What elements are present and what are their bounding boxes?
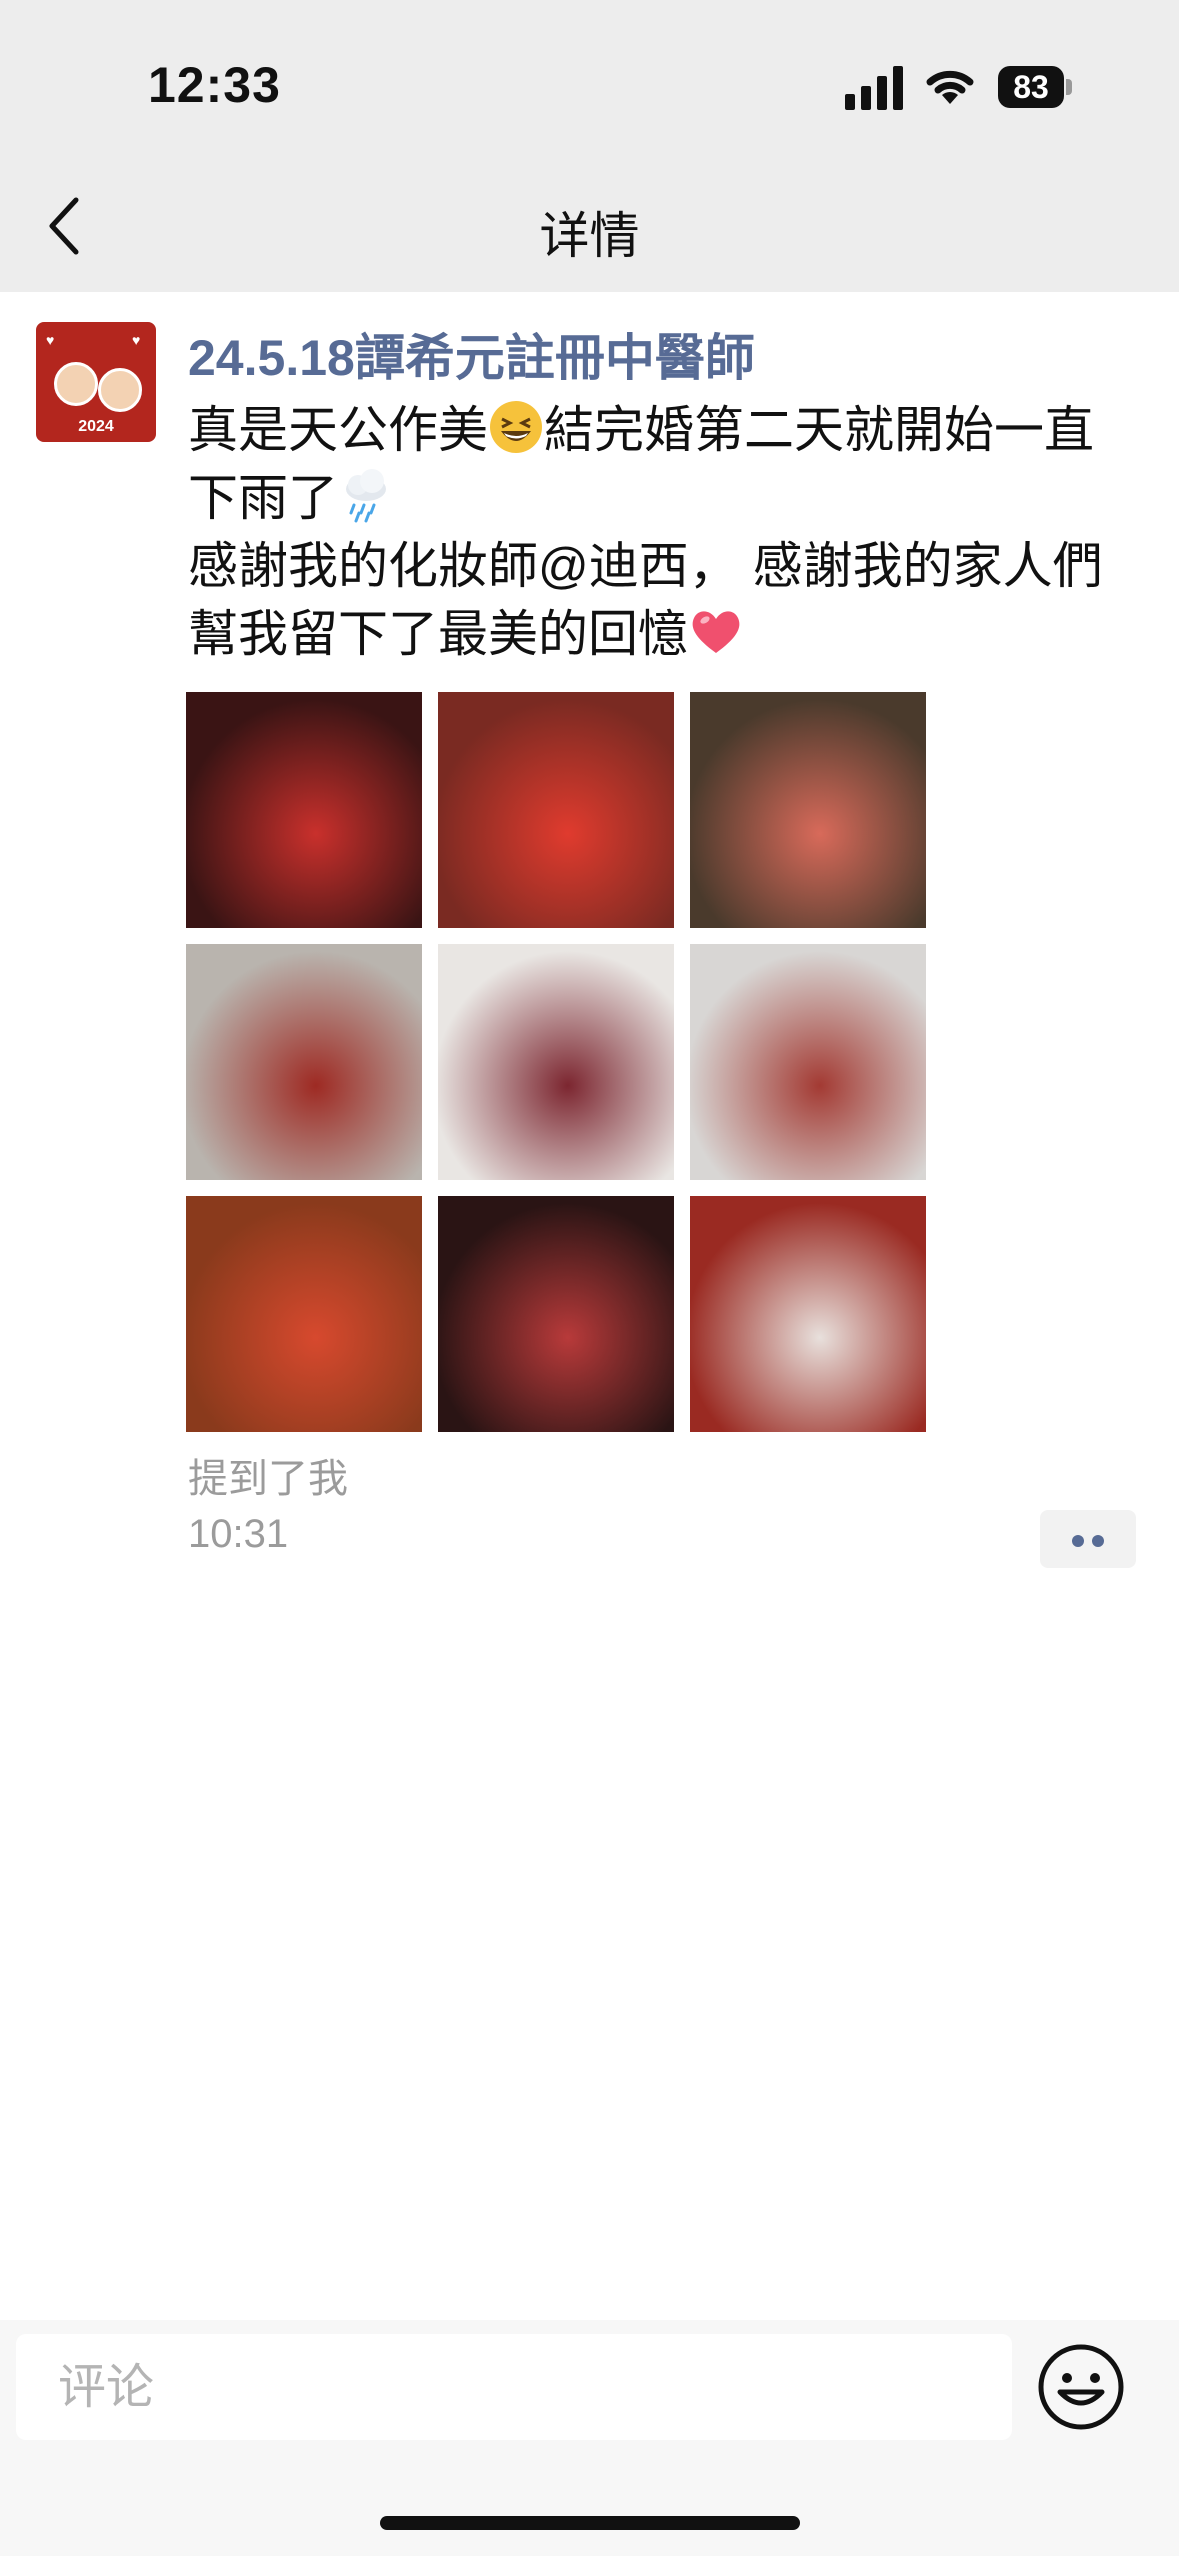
wifi-icon <box>926 70 974 104</box>
home-indicator <box>380 2516 800 2530</box>
post-time: 10:31 <box>188 1512 289 1556</box>
photo-9[interactable] <box>690 1196 926 1432</box>
post-text-segment: 結完婚第二天就開始一直 <box>544 402 1094 458</box>
grinning-squinting-face-icon <box>490 401 542 453</box>
smile-icon[interactable] <box>1036 2342 1126 2432</box>
top-bar: 12:33 83 详情 <box>0 0 1179 292</box>
post-text-segment: 幫我留下了最美的回憶 <box>188 606 688 662</box>
photo-2[interactable] <box>438 692 674 928</box>
post-text-segment: 真是天公作美 <box>188 402 488 458</box>
comment-box[interactable] <box>16 2334 1012 2440</box>
post-line-4: 幫我留下了最美的回憶 <box>188 600 1148 668</box>
cloud-with-rain-icon <box>346 469 386 523</box>
photo-8[interactable] <box>438 1196 674 1432</box>
photo-3[interactable] <box>690 692 926 928</box>
post-line-2: 下雨了 <box>188 464 1148 532</box>
battery-level: 83 <box>998 66 1064 108</box>
cellular-signal-icon <box>845 66 903 110</box>
post-text: 真是天公作美 結完婚第二天就開始一直 下雨了 感謝我的化妝師@迪西， 感謝我的家人… <box>188 396 1148 668</box>
battery-icon: 83 <box>998 66 1074 108</box>
post-line-1: 真是天公作美 結完婚第二天就開始一直 <box>188 396 1148 464</box>
photo-5[interactable] <box>438 944 674 1180</box>
photo-7[interactable] <box>186 1196 422 1432</box>
photo-4[interactable] <box>186 944 422 1180</box>
avatar[interactable]: ♥ ♥ 2024 <box>36 322 156 442</box>
mention-label: 提到了我 <box>188 1457 348 1501</box>
heart-icon: ♥ <box>46 332 55 348</box>
page-title: 详情 <box>539 208 640 264</box>
heart-icon: ♥ <box>132 332 141 348</box>
status-time: 12:33 <box>148 57 281 113</box>
red-heart-icon <box>692 611 740 653</box>
post-line-3: 感謝我的化妝師@迪西， 感謝我的家人們 <box>188 532 1148 600</box>
post-author-name[interactable]: 24.5.18譚希元註冊中醫師 <box>188 318 755 390</box>
dot-icon <box>1092 1535 1104 1547</box>
photo-6[interactable] <box>690 944 926 1180</box>
photo-1[interactable] <box>186 692 422 928</box>
comment-input[interactable] <box>56 2356 960 2418</box>
more-actions-button[interactable] <box>1040 1510 1136 1568</box>
dot-icon <box>1072 1535 1084 1547</box>
post-text-segment: 下雨了 <box>188 470 338 526</box>
post-text-segment: 感謝我的化妝師@迪西， 感謝我的家人們 <box>188 538 1103 594</box>
